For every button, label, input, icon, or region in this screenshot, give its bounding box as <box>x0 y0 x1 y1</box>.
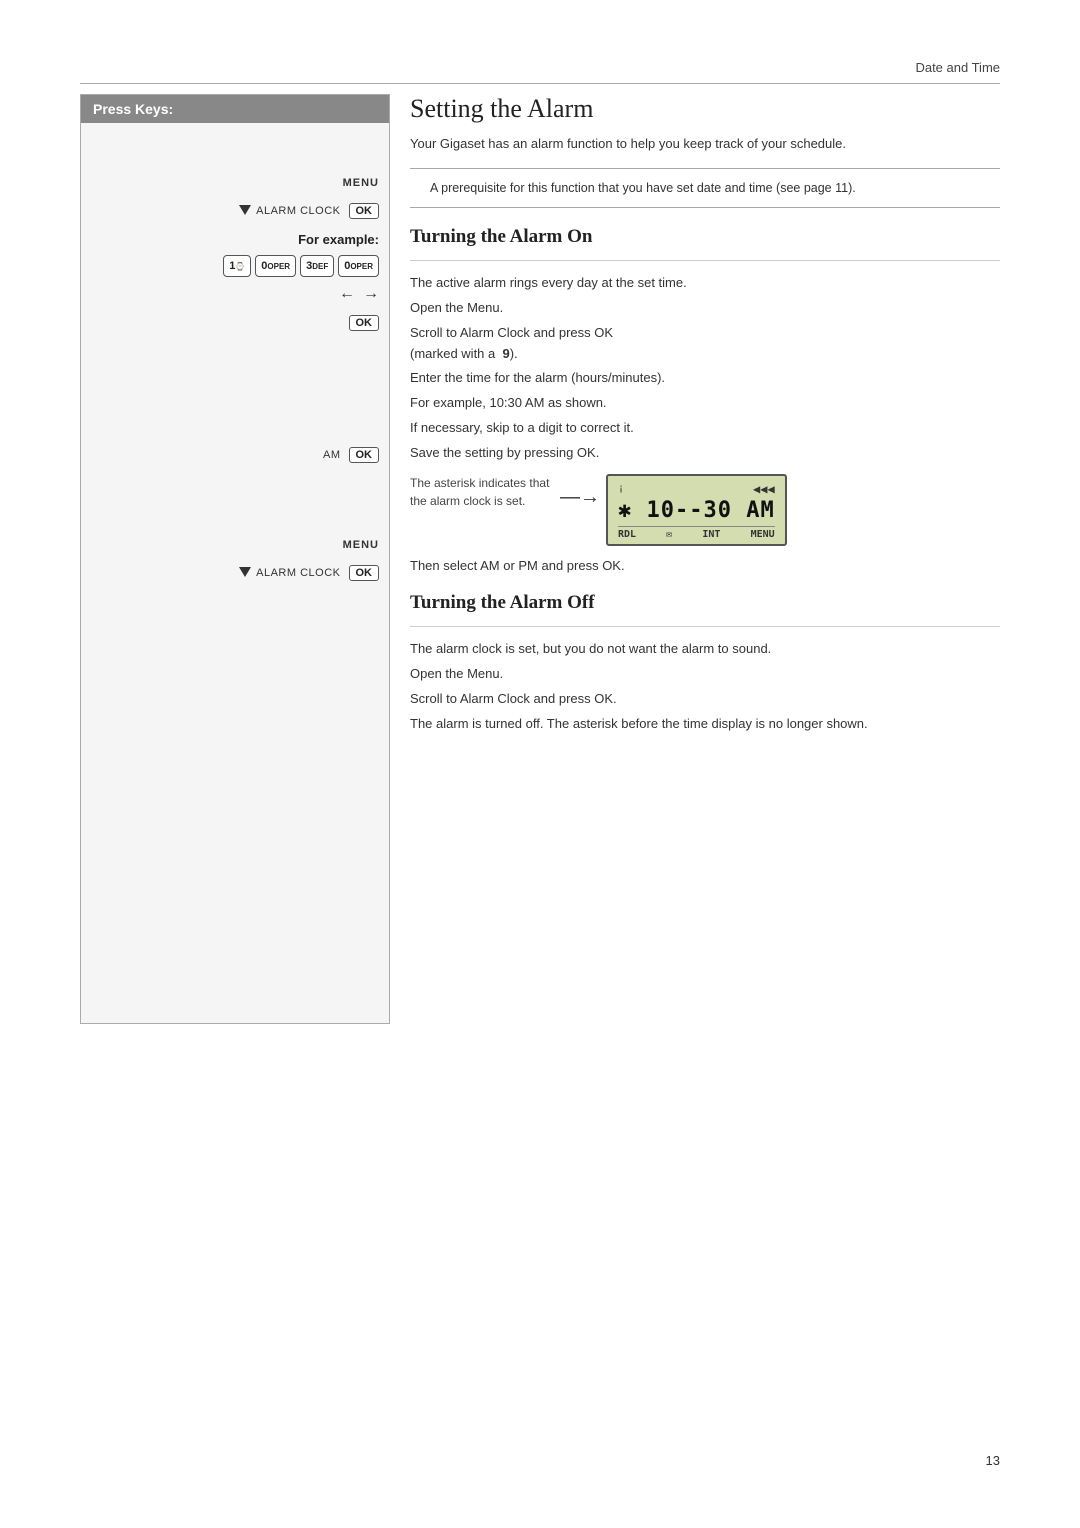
display-arrow-icon: —→ <box>560 486 600 509</box>
alarm-clock-row-2: ALARM CLOCK OK <box>81 559 389 586</box>
right-col: Setting the Alarm Your Gigaset has an al… <box>410 94 1000 1024</box>
lcd-signal: ◀◀◀ <box>753 482 775 496</box>
ok-key-3: OK <box>349 565 380 581</box>
key-0b: 0OPER <box>338 255 379 277</box>
line-7: Then select AM or PM and press OK. <box>410 556 1000 577</box>
ok-key-2: OK <box>349 315 380 331</box>
turning-on-heading: Turning the Alarm On <box>410 226 1000 248</box>
main-layout: Press Keys: MENU ALARM CLOCK OK <box>80 94 1000 1024</box>
display-note: The asterisk indicates that the alarm cl… <box>410 474 550 510</box>
line-1: Open the Menu. <box>410 298 1000 319</box>
arrow-right-icon: → <box>363 285 379 303</box>
page-header: Date and Time <box>80 60 1000 84</box>
asterisk-note-text: The asterisk indicates that the alarm cl… <box>410 476 549 508</box>
line-3: Enter the time for the alarm (hours/minu… <box>410 368 1000 389</box>
off-line-3: The alarm is turned off. The asterisk be… <box>410 714 1000 735</box>
press-keys-header: Press Keys: <box>81 95 389 123</box>
alarm-clock-label-1: ALARM CLOCK <box>256 205 340 217</box>
ok-key-am: OK <box>349 447 380 463</box>
turning-off-heading: Turning the Alarm Off <box>410 592 1000 614</box>
line-0: The active alarm rings every day at the … <box>410 273 1000 294</box>
am-ok-row: AM OK <box>81 443 389 467</box>
alarm-clock-label-2: ALARM CLOCK <box>256 567 340 579</box>
arrow-left-icon: ← <box>339 285 355 303</box>
page-title: Date and Time <box>915 60 1000 75</box>
lcd-display: ¡ ◀◀◀ ✱ 10--30 AM RDL ✉ INT MENU <box>606 474 787 546</box>
lcd-rdl: RDL <box>618 529 636 540</box>
line-6: Save the setting by pressing OK. <box>410 443 1000 464</box>
key-3: 3DEF <box>300 255 334 277</box>
line-4: For example, 10:30 AM as shown. <box>410 393 1000 414</box>
menu-row-1: MENU <box>81 173 389 193</box>
key-1: 1⌚ <box>223 255 251 277</box>
lcd-time: ✱ 10--30 AM <box>618 498 775 523</box>
page-container: Date and Time Press Keys: MENU <box>0 0 1080 1528</box>
section-title: Setting the Alarm <box>410 94 1000 124</box>
left-panel: Press Keys: MENU ALARM CLOCK OK <box>80 94 390 1024</box>
lcd-int: INT <box>702 529 720 540</box>
off-line-1: Open the Menu. <box>410 664 1000 685</box>
divider-2 <box>410 626 1000 627</box>
page-number: 13 <box>986 1453 1000 1468</box>
line-5: If necessary, skip to a digit to correct… <box>410 418 1000 439</box>
divider-1 <box>410 260 1000 261</box>
arrow-down-2 <box>239 563 251 582</box>
spacer-2 <box>81 471 389 531</box>
lcd-msg: ✉ <box>666 529 672 540</box>
arrow-lr-row: ← → <box>81 281 389 307</box>
lcd-top-left: ¡ <box>618 483 624 494</box>
ok-key-1: OK <box>349 203 380 219</box>
note-box: A prerequisite for this function that yo… <box>410 168 1000 209</box>
am-label: AM <box>323 449 341 461</box>
intro-text: Your Gigaset has an alarm function to he… <box>410 134 1000 154</box>
arrow-down-1 <box>239 201 251 220</box>
menu-key-2: MENU <box>343 539 379 551</box>
spacer-1 <box>81 339 389 439</box>
lcd-top-row: ¡ ◀◀◀ <box>618 482 775 496</box>
menu-row-2: MENU <box>81 535 389 555</box>
menu-key-1: MENU <box>343 177 379 189</box>
off-line-2: Scroll to Alarm Clock and press OK. <box>410 689 1000 710</box>
lcd-menu: MENU <box>751 529 775 540</box>
left-col-content: MENU ALARM CLOCK OK For example: <box>81 123 389 1023</box>
alarm-clock-row-1: ALARM CLOCK OK <box>81 197 389 224</box>
line-2: Scroll to Alarm Clock and press OK(marke… <box>410 323 1000 365</box>
for-example-label: For example: <box>81 228 389 251</box>
off-line-0: The alarm clock is set, but you do not w… <box>410 639 1000 660</box>
ok-row-2: OK <box>81 311 389 335</box>
keypad-row: 1⌚ 0OPER 3DEF 0OPER <box>81 251 389 281</box>
display-mockup: The asterisk indicates that the alarm cl… <box>410 474 1000 546</box>
lcd-bottom-row: RDL ✉ INT MENU <box>618 526 775 540</box>
note-text: A prerequisite for this function that yo… <box>430 181 856 195</box>
key-0a: 0OPER <box>255 255 296 277</box>
